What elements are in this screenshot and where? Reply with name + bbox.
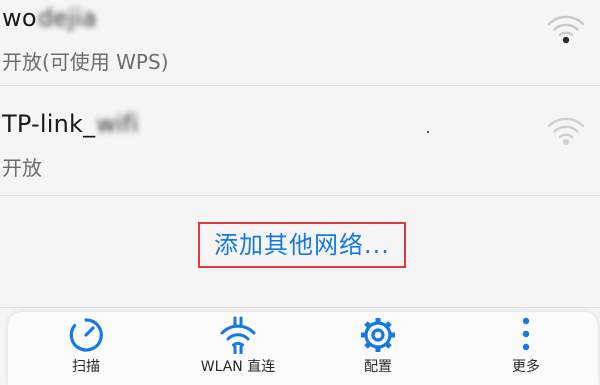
more-vertical-icon	[522, 317, 530, 351]
network-status: 开放(可使用 WPS)	[2, 50, 169, 74]
network-ssid: TP-link_wifi	[2, 110, 139, 138]
add-network-row: 添加其他网络...	[0, 196, 600, 308]
wifi-signal-weak-icon	[547, 117, 585, 145]
scan-button[interactable]: 扫描	[46, 312, 126, 385]
refresh-icon	[69, 318, 103, 352]
stray-dot	[427, 131, 429, 133]
ssid-visible: wo	[2, 4, 37, 32]
ssid-visible: TP-link_	[2, 110, 96, 138]
network-status: 开放	[2, 156, 42, 180]
configure-label: 配置	[364, 359, 392, 375]
more-button[interactable]: 更多	[486, 312, 566, 385]
wlan-direct-label: WLAN 直连	[200, 359, 276, 375]
wlan-direct-button[interactable]: WLAN 直连	[178, 312, 298, 385]
scan-label: 扫描	[72, 359, 100, 375]
wifi-network-item[interactable]: TP-link_wifi 开放	[0, 86, 600, 196]
ssid-redacted: wifi	[96, 110, 139, 138]
wifi-network-list: wodejia 开放(可使用 WPS) TP-link_wifi 开放 添加其他…	[0, 0, 600, 308]
add-other-network-link[interactable]: 添加其他网络...	[198, 222, 406, 268]
wifi-signal-strong-icon	[547, 15, 585, 44]
wifi-direct-icon	[220, 316, 256, 354]
wifi-network-item[interactable]: wodejia 开放(可使用 WPS)	[0, 0, 600, 86]
configure-button[interactable]: 配置	[338, 312, 418, 385]
gear-icon	[361, 318, 395, 352]
ssid-redacted: dejia	[37, 4, 97, 32]
network-ssid: wodejia	[2, 4, 97, 32]
bottom-toolbar: 扫描 WLAN 直连 配置 更多	[8, 312, 598, 385]
more-label: 更多	[512, 359, 540, 375]
